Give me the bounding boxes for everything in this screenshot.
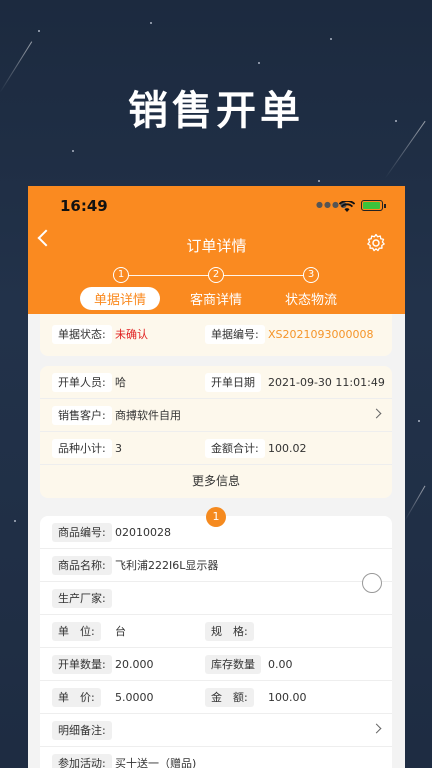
total-amount-label: 金额合计:: [205, 439, 265, 458]
item-select-radio[interactable]: [362, 573, 382, 593]
item-name-label: 商品名称:: [52, 556, 112, 575]
quantity-value: 20.000: [115, 658, 154, 671]
total-amount-value: 100.02: [268, 442, 307, 455]
chevron-right-icon: [371, 408, 382, 419]
hero-title: 销售开单: [128, 88, 304, 134]
price-value: 5.0000: [115, 691, 154, 704]
tab-status-logistics[interactable]: 状态物流: [285, 289, 337, 308]
activity-value: 买十送一（赠品): [115, 757, 197, 768]
step-number-2: 2: [208, 267, 224, 283]
more-info-button[interactable]: 更多信息: [40, 472, 392, 489]
customer-label: 销售客户:: [52, 406, 112, 425]
order-info-card: 开单人员: 哈 开单日期 2021-09-30 11:01:49 销售客户: 商…: [40, 366, 392, 498]
stock-label: 库存数量: [205, 655, 261, 674]
item-index-badge: 1: [206, 507, 226, 527]
customer-row[interactable]: 销售客户: 商搏软件自用: [40, 399, 392, 432]
document-number-label: 单据编号:: [205, 325, 265, 344]
status-label: 单据状态:: [52, 325, 112, 344]
customer-value: 商搏软件自用: [115, 409, 181, 422]
tab-document-details[interactable]: 单据详情: [80, 287, 161, 310]
amount-value: 100.00: [268, 691, 307, 704]
item-note-row[interactable]: 明细备注:: [40, 714, 392, 747]
step-number-3: 3: [303, 267, 319, 283]
status-time: 16:49: [60, 197, 108, 215]
unit-label: 单 位:: [52, 622, 101, 641]
creator-label: 开单人员:: [52, 373, 112, 392]
spec-label: 规 格:: [205, 622, 254, 641]
price-label: 单 价:: [52, 688, 101, 707]
battery-icon: [361, 200, 386, 211]
background-star: [14, 520, 16, 522]
stock-value: 0.00: [268, 658, 293, 671]
settings-gear-icon[interactable]: [366, 233, 386, 257]
chevron-right-icon: [371, 723, 382, 734]
background-star: [318, 180, 320, 182]
background-star: [418, 420, 420, 422]
amount-label: 金 额:: [205, 688, 254, 707]
activity-label: 参加活动:: [52, 754, 112, 768]
quantity-label: 开单数量:: [52, 655, 112, 674]
background-star: [38, 30, 40, 32]
document-number-value: XS2021093000008: [268, 328, 374, 341]
page-title: 订单详情: [186, 237, 247, 255]
status-bar: 16:49 ●●●●: [28, 186, 405, 226]
document-status-card: 单据状态: 未确认 单据编号: XS2021093000008: [40, 314, 392, 356]
tab-customer-details[interactable]: 客商详情: [190, 289, 242, 308]
variety-count-value: 3: [115, 442, 122, 455]
item-code-label: 商品编号:: [52, 523, 112, 542]
item-detail-card: 商品编号: 02010028 商品名称: 飞利浦222I6L显示器 生产厂家: …: [40, 516, 392, 768]
unit-value: 台: [115, 625, 126, 638]
item-note-label: 明细备注:: [52, 721, 112, 740]
item-code-value: 02010028: [115, 526, 171, 539]
manufacturer-label: 生产厂家:: [52, 589, 112, 608]
background-star: [258, 62, 260, 64]
phone-screen: 16:49 ●●●● 订单详情 1 2 3 单据详情 客商详情 状态物流 单据状…: [28, 186, 405, 768]
variety-count-label: 品种小计:: [52, 439, 112, 458]
status-value: 未确认: [115, 328, 148, 341]
step-number-1: 1: [113, 267, 129, 283]
creator-value: 哈: [115, 376, 126, 389]
background-streak: [404, 485, 426, 521]
item-name-value: 飞利浦222I6L显示器: [115, 559, 219, 572]
background-star: [150, 22, 152, 24]
order-date-label: 开单日期: [205, 373, 261, 392]
order-date-value: 2021-09-30 11:01:49: [268, 376, 385, 389]
wifi-icon: [338, 198, 356, 217]
background-star: [330, 38, 332, 40]
background-star: [72, 150, 74, 152]
